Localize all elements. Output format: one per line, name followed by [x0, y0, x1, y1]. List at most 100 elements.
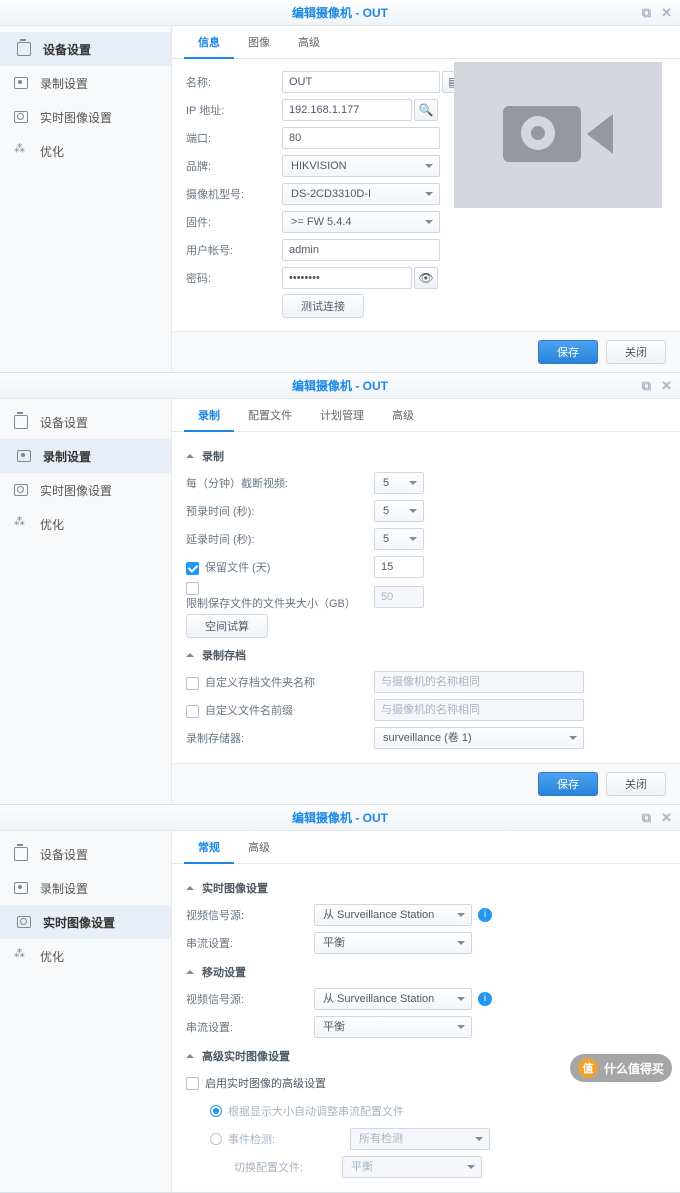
content-device: 信息 图像 高级 名称: OUT▤ IP 地址: 192.168.1.177🔍 …	[172, 26, 680, 372]
live-icon	[14, 110, 30, 124]
camera-icon	[503, 100, 613, 170]
tabs: 常规 高级	[172, 831, 680, 864]
tab-general[interactable]: 常规	[184, 831, 234, 863]
keep-checkbox[interactable]	[186, 562, 199, 575]
gear-icon	[14, 847, 30, 861]
custom-prefix-checkbox[interactable]	[186, 705, 199, 718]
brand-select[interactable]: HIKVISION	[282, 155, 440, 177]
close-button[interactable]: 关闭	[606, 772, 666, 796]
content-live: 常规 高级 实时图像设置 视频信号源:从 Surveillance Statio…	[172, 831, 680, 1192]
live-icon	[14, 483, 30, 497]
tab-info[interactable]: 信息	[184, 26, 234, 58]
storage-select[interactable]: surveillance (卷 1)	[374, 727, 584, 749]
sidebar-item-live[interactable]: 实时图像设置	[0, 473, 171, 507]
ip-input[interactable]: 192.168.1.177	[282, 99, 412, 121]
sidebar-item-live[interactable]: 实时图像设置	[0, 100, 171, 134]
port-label: 端口:	[186, 130, 282, 146]
postrec-select[interactable]: 5	[374, 528, 424, 550]
info-icon[interactable]: i	[478, 908, 492, 922]
optimize-icon	[14, 144, 30, 158]
tab-profile[interactable]: 配置文件	[234, 399, 306, 431]
stream-label: 串流设置:	[186, 935, 314, 951]
sidebar-item-device[interactable]: 设备设置	[0, 837, 171, 871]
postrec-label: 延录时间 (秒):	[186, 531, 374, 547]
sidebar-item-device[interactable]: 设备设置	[0, 405, 171, 439]
window-title: 编辑摄像机 - OUT	[292, 379, 388, 393]
mobile-stream-select[interactable]: 平衡	[314, 1016, 472, 1038]
close-button[interactable]: 关闭	[606, 340, 666, 364]
stream-select[interactable]: 平衡	[314, 932, 472, 954]
tab-schedule[interactable]: 计划管理	[306, 399, 378, 431]
mobile-source-select[interactable]: 从 Surveillance Station	[314, 988, 472, 1010]
custom-folder-label: 自定义存档文件夹名称	[205, 677, 315, 689]
restore-icon[interactable]: ⧉	[642, 0, 651, 26]
restore-icon[interactable]: ⧉	[642, 805, 651, 831]
name-input[interactable]: OUT	[282, 71, 440, 93]
event-detect-radio[interactable]	[210, 1133, 222, 1145]
limit-label: 限制保存文件的文件夹大小（GB）	[186, 598, 356, 610]
limit-checkbox[interactable]	[186, 582, 199, 595]
sidebar-item-optimize[interactable]: 优化	[0, 939, 171, 973]
close-icon[interactable]: ✕	[661, 805, 672, 831]
sidebar-item-device[interactable]: 设备设置	[0, 32, 171, 66]
source-select[interactable]: 从 Surveillance Station	[314, 904, 472, 926]
titlebar: 编辑摄像机 - OUT ⧉ ✕	[0, 805, 680, 831]
watermark-text: 什么值得买	[604, 1060, 664, 1077]
limit-input: 50	[374, 586, 424, 608]
keep-input[interactable]: 15	[374, 556, 424, 578]
sidebar-item-record[interactable]: 录制设置	[0, 439, 171, 473]
close-icon[interactable]: ✕	[661, 373, 672, 399]
sidebar-item-live[interactable]: 实时图像设置	[0, 905, 171, 939]
chevron-down-icon	[186, 966, 194, 974]
search-icon[interactable]: 🔍	[414, 99, 438, 121]
restore-icon[interactable]: ⧉	[642, 373, 651, 399]
eye-icon[interactable]: 👁	[414, 267, 438, 289]
storage-label: 录制存储器:	[186, 730, 374, 746]
firmware-select[interactable]: >= FW 5.4.4	[282, 211, 440, 233]
section-mobile[interactable]: 移动设置	[186, 958, 666, 986]
chevron-down-icon	[186, 1050, 194, 1058]
window-title: 编辑摄像机 - OUT	[292, 6, 388, 20]
tab-image[interactable]: 图像	[234, 26, 284, 58]
prerec-select[interactable]: 5	[374, 500, 424, 522]
tab-record[interactable]: 录制	[184, 399, 234, 431]
record-icon	[17, 449, 33, 463]
save-button[interactable]: 保存	[538, 772, 598, 796]
section-record[interactable]: 录制	[186, 442, 666, 470]
mobile-stream-label: 串流设置:	[186, 1019, 314, 1035]
enable-adv-checkbox[interactable]	[186, 1077, 199, 1090]
sidebar-item-record[interactable]: 录制设置	[0, 66, 171, 100]
tab-advanced[interactable]: 高级	[284, 26, 334, 58]
pass-input[interactable]: ••••••••	[282, 267, 412, 289]
custom-folder-checkbox[interactable]	[186, 677, 199, 690]
keep-label: 保留文件 (天)	[205, 562, 270, 574]
port-input[interactable]: 80	[282, 127, 440, 149]
auto-adjust-radio[interactable]	[210, 1105, 222, 1117]
section-archive[interactable]: 录制存档	[186, 641, 666, 669]
sidebar: 设备设置 录制设置 实时图像设置 优化	[0, 26, 172, 372]
model-select[interactable]: DS-2CD3310D-I	[282, 183, 440, 205]
custom-folder-input: 与摄像机的名称相同	[374, 671, 584, 693]
info-icon[interactable]: i	[478, 992, 492, 1006]
test-connection-button[interactable]: 测试连接	[282, 294, 364, 318]
close-icon[interactable]: ✕	[661, 0, 672, 26]
save-button[interactable]: 保存	[538, 340, 598, 364]
tab-advanced[interactable]: 高级	[234, 831, 284, 863]
gear-icon	[17, 42, 33, 56]
sidebar-item-record[interactable]: 录制设置	[0, 871, 171, 905]
tabs: 录制 配置文件 计划管理 高级	[172, 399, 680, 432]
section-live[interactable]: 实时图像设置	[186, 874, 666, 902]
footer: 保存 关闭	[172, 763, 680, 804]
truncate-select[interactable]: 5	[374, 472, 424, 494]
sidebar-item-optimize[interactable]: 优化	[0, 507, 171, 541]
record-icon	[14, 76, 30, 90]
user-input[interactable]: admin	[282, 239, 440, 261]
space-calc-button[interactable]: 空间试算	[186, 614, 268, 638]
enable-adv-label: 启用实时图像的高级设置	[205, 1075, 326, 1091]
sidebar-item-optimize[interactable]: 优化	[0, 134, 171, 168]
tab-advanced[interactable]: 高级	[378, 399, 428, 431]
window-title: 编辑摄像机 - OUT	[292, 811, 388, 825]
watermark: 值 什么值得买	[570, 1054, 672, 1082]
gear-icon	[14, 415, 30, 429]
live-icon	[17, 915, 33, 929]
